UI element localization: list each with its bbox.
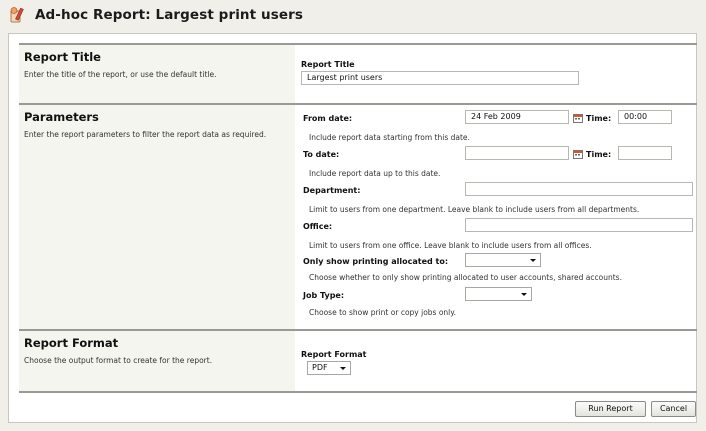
report-panel: Report Title Enter the title of the repo… <box>8 33 697 423</box>
report-format-select[interactable]: PDF <box>307 361 351 375</box>
office-input[interactable] <box>465 218 693 232</box>
report-title-label: Report Title <box>301 60 355 69</box>
section-report-format: Report Format Choose the output format t… <box>19 329 697 391</box>
allocated-hint: Choose whether to only show printing all… <box>309 273 622 282</box>
allocated-label: Only show printing allocated to: <box>303 257 449 266</box>
section-divider <box>19 391 697 393</box>
section-heading: Report Format <box>24 336 119 350</box>
office-hint: Limit to users from one office. Leave bl… <box>309 241 592 250</box>
from-time-input[interactable]: 00:00 <box>618 110 672 124</box>
section-report-title: Report Title Enter the title of the repo… <box>19 43 697 103</box>
from-time-label: Time: <box>586 114 612 123</box>
from-date-input[interactable]: 24 Feb 2009 <box>465 110 569 124</box>
to-date-input[interactable] <box>465 146 569 160</box>
allocated-select[interactable] <box>465 253 541 267</box>
page-title: Ad-hoc Report: Largest print users <box>35 7 303 23</box>
calendar-icon[interactable] <box>573 113 583 123</box>
job-type-select[interactable] <box>465 287 532 301</box>
section-description: Enter the report parameters to filter th… <box>24 130 267 139</box>
to-date-hint: Include report data up to this date. <box>309 169 441 178</box>
report-format-label: Report Format <box>301 350 367 359</box>
from-date-label: From date: <box>303 114 353 123</box>
section-info: Report Title Enter the title of the repo… <box>19 45 295 103</box>
section-description: Enter the title of the report, or use th… <box>24 70 217 79</box>
from-date-hint: Include report data starting from this d… <box>309 133 470 142</box>
job-type-label: Job Type: <box>303 291 345 300</box>
section-heading: Parameters <box>24 110 99 124</box>
run-report-button[interactable]: Run Report <box>575 401 646 417</box>
section-info: Parameters Enter the report parameters t… <box>19 105 295 329</box>
report-format-value: PDF <box>312 363 328 372</box>
job-type-hint: Choose to show print or copy jobs only. <box>309 308 457 317</box>
chevron-down-icon <box>521 293 527 296</box>
department-hint: Limit to users from one department. Leav… <box>309 205 640 214</box>
page-header: Ad-hoc Report: Largest print users <box>8 4 303 26</box>
report-wizard-icon <box>8 6 26 24</box>
to-date-label: To date: <box>303 150 340 159</box>
cancel-button[interactable]: Cancel <box>651 401 696 417</box>
section-description: Choose the output format to create for t… <box>24 356 213 365</box>
section-heading: Report Title <box>24 50 101 64</box>
section-parameters: Parameters Enter the report parameters t… <box>19 103 697 329</box>
button-bar: Run Report Cancel <box>19 391 697 421</box>
to-time-label: Time: <box>586 150 612 159</box>
section-info: Report Format Choose the output format t… <box>19 331 295 391</box>
office-label: Office: <box>303 222 333 231</box>
report-title-input[interactable]: Largest print users <box>301 71 579 85</box>
chevron-down-icon <box>530 259 536 262</box>
to-time-input[interactable] <box>618 146 672 160</box>
chevron-down-icon <box>340 367 346 370</box>
department-input[interactable] <box>465 182 693 196</box>
department-label: Department: <box>303 186 361 195</box>
calendar-icon[interactable] <box>573 149 583 159</box>
